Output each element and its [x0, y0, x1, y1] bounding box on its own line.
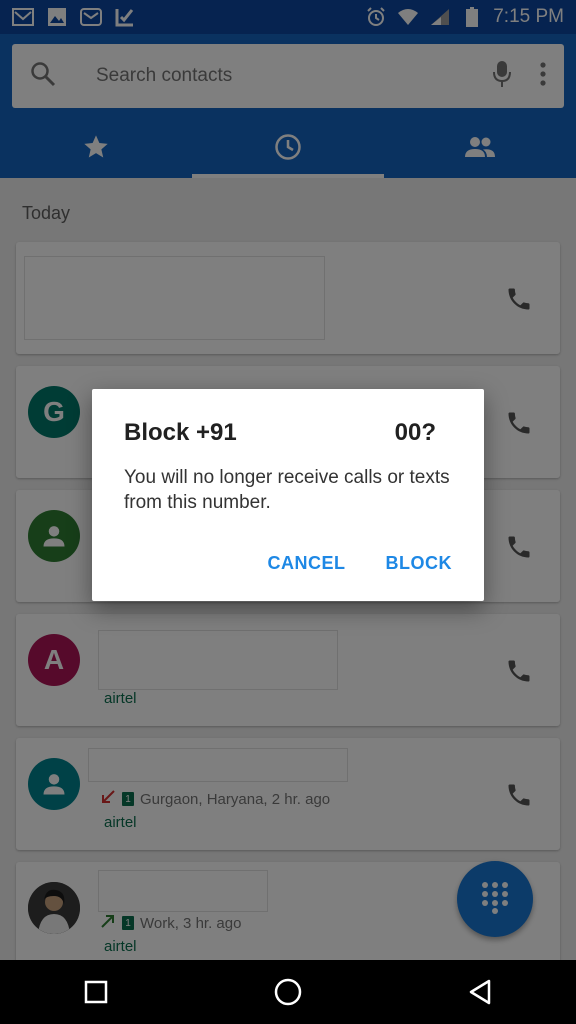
triangle-back-icon	[469, 979, 491, 1005]
square-icon	[84, 980, 108, 1004]
cancel-button[interactable]: CANCEL	[268, 553, 346, 574]
block-button[interactable]: BLOCK	[386, 553, 453, 574]
home-button[interactable]	[258, 962, 318, 1022]
block-number-dialog: Block +91 00? You will no longer receive…	[92, 389, 484, 601]
circle-icon	[274, 978, 302, 1006]
dialog-actions: CANCEL BLOCK	[268, 553, 453, 574]
dialog-title-suffix: 00?	[394, 419, 436, 446]
back-button[interactable]	[450, 962, 510, 1022]
dialog-title: Block +91	[124, 419, 237, 446]
recents-button[interactable]	[66, 962, 126, 1022]
dialog-message: You will no longer receive calls or text…	[124, 467, 450, 513]
navigation-bar	[0, 960, 576, 1024]
